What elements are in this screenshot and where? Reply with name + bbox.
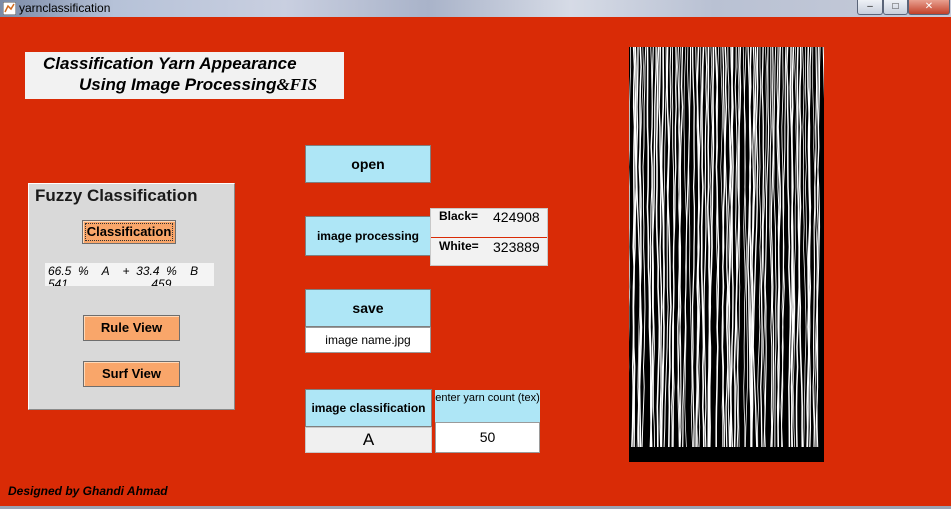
divider [431,237,547,238]
minimize-button[interactable]: – [857,0,883,15]
open-button[interactable]: open [305,145,431,183]
black-count-value: 424908 [493,209,540,225]
window-title: yarnclassification [19,1,111,15]
image-classification-button[interactable]: image classification [305,389,432,427]
black-count-label: Black= [439,209,479,223]
save-button[interactable]: save [305,289,431,327]
surf-view-button[interactable]: Surf View [83,361,180,387]
app-title-line2-text: Using Image Processing [79,75,277,94]
app-title-panel: Classification Yarn Appearance Using Ima… [25,52,344,99]
matlab-figure-icon [3,2,16,15]
close-button[interactable]: ✕ [908,0,950,15]
designer-credit: Designed by Ghandi Ahmad [8,484,168,498]
app-title-line1: Classification Yarn Appearance [43,54,297,73]
fuzzy-classification-panel: Fuzzy Classification Classification 66.5… [28,183,235,410]
classification-button[interactable]: Classification [82,220,176,244]
app-title-fis: &FIS [276,75,318,94]
maximize-button[interactable]: □ [883,0,908,15]
fuzzy-result-subtext: 541 459 [48,277,172,286]
yarn-binary-image [629,47,824,462]
window-titlebar[interactable]: yarnclassification – □ ✕ [0,0,951,17]
fuzzy-result-display: 66.5 % A + 33.4 % B 541 459 [45,263,214,286]
yarn-count-input[interactable]: 50 [435,422,540,453]
white-count-label: White= [439,239,479,253]
classification-result-display: A [305,427,432,453]
image-name-field[interactable]: image name.jpg [305,327,431,353]
rule-view-button[interactable]: Rule View [83,315,180,341]
panel-title: Fuzzy Classification [35,186,198,205]
app-title-line2: Using Image Processing&FIS [79,75,317,95]
image-processing-button[interactable]: image processing [305,216,431,256]
yarn-count-label: enter yarn count (tex) [435,390,540,423]
pixel-count-display: Black= 424908 White= 323889 [430,208,548,266]
white-count-value: 323889 [493,239,540,255]
fuzzy-result-text: 66.5 % A + 33.4 % B [48,264,199,278]
